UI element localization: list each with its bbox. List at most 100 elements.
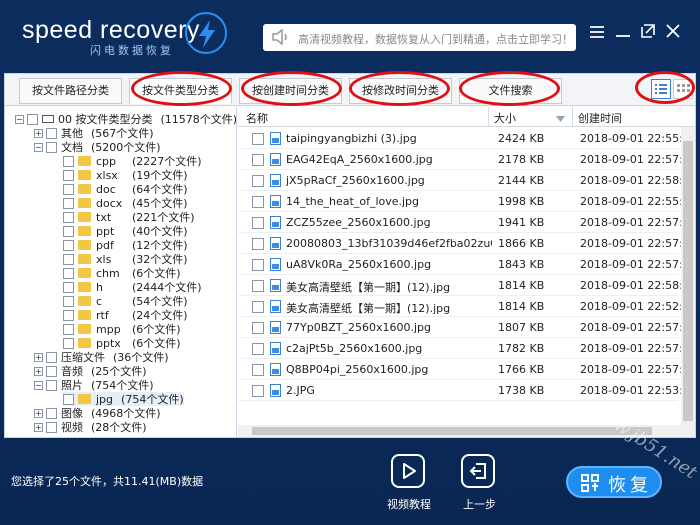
scrollbar-thumb[interactable]: [252, 427, 652, 435]
collapse-icon[interactable]: −: [34, 380, 43, 390]
table-row[interactable]: ZCZ55zee_2560x1600.jpg 1941 KB 2018-09-01 …: [238, 212, 695, 233]
checkbox[interactable]: [46, 141, 57, 153]
row-checkbox[interactable]: [252, 175, 264, 187]
row-checkbox[interactable]: [252, 343, 264, 355]
table-row[interactable]: 2.JPG 1738 KB 2018-09-01 22:53:12: [238, 380, 695, 401]
checkbox[interactable]: [63, 295, 74, 307]
column-header-size[interactable]: 大小: [494, 110, 516, 126]
row-checkbox[interactable]: [252, 385, 264, 397]
tree-item[interactable]: docx (45个文件): [63, 196, 188, 210]
table-row[interactable]: Q8BP04pi_2560x1600.jpg 1766 KB 2018-09-01 …: [238, 359, 695, 380]
grid-view-icon[interactable]: [673, 79, 693, 99]
tree-item[interactable]: rtf (24个文件): [63, 308, 188, 322]
checkbox[interactable]: [63, 211, 74, 223]
tab-by-path[interactable]: 按文件路径分类: [19, 78, 122, 104]
column-header-created[interactable]: 创建时间: [578, 110, 622, 126]
collapse-icon[interactable]: −: [15, 114, 24, 124]
expand-icon[interactable]: +: [34, 352, 43, 362]
column-header-name[interactable]: 名称: [246, 110, 268, 126]
tab-by-type[interactable]: 按文件类型分类: [129, 78, 232, 104]
row-checkbox[interactable]: [252, 133, 264, 145]
back-button[interactable]: [461, 454, 495, 488]
checkbox[interactable]: [63, 169, 74, 181]
table-row[interactable]: uA8Vk0Ra_2560x1600.jpg 1843 KB 2018-09-01 …: [238, 254, 695, 275]
table-row[interactable]: 美女高清壁纸【第一期】(12).jpg 1814 KB 2018-09-01 22:…: [238, 296, 695, 317]
tree-item[interactable]: − 照片 (754个文件): [34, 378, 154, 392]
scrollbar-thumb[interactable]: [683, 141, 693, 421]
row-checkbox[interactable]: [252, 196, 264, 208]
tree-item-selected[interactable]: jpg (754个文件): [63, 392, 184, 406]
checkbox[interactable]: [63, 393, 74, 405]
table-row[interactable]: 14_the_heat_of_love.jpg 1998 KB 2018-09-01…: [238, 191, 695, 212]
tree-item[interactable]: + 音频 (25个文件): [34, 364, 147, 378]
tree-item[interactable]: doc (64个文件): [63, 182, 188, 196]
checkbox[interactable]: [46, 365, 57, 377]
checkbox[interactable]: [27, 113, 38, 125]
row-checkbox[interactable]: [252, 238, 264, 250]
checkbox[interactable]: [63, 183, 74, 195]
checkbox[interactable]: [46, 127, 57, 139]
expand-icon[interactable]: +: [34, 408, 43, 418]
checkbox[interactable]: [63, 337, 74, 349]
column-divider[interactable]: [572, 107, 573, 127]
tree-item[interactable]: h (2444个文件): [63, 280, 202, 294]
checkbox[interactable]: [46, 407, 57, 419]
tree-item[interactable]: cpp (2227个文件): [63, 154, 202, 168]
tree-item[interactable]: pdf (12个文件): [63, 238, 188, 252]
tree-item[interactable]: + 其他 (567个文件): [34, 126, 154, 140]
checkbox[interactable]: [63, 155, 74, 167]
table-row[interactable]: EAG42EqA_2560x1600.jpg 2178 KB 2018-09-01 …: [238, 149, 695, 170]
checkbox[interactable]: [63, 225, 74, 237]
recover-button[interactable]: 恢复: [566, 466, 662, 498]
table-row[interactable]: c2ajPt5b_2560x1600.jpg 1782 KB 2018-09-01 …: [238, 338, 695, 359]
tab-by-modified-time[interactable]: 按修改时间分类: [349, 78, 452, 104]
tree-item[interactable]: chm (6个文件): [63, 266, 181, 280]
row-checkbox[interactable]: [252, 301, 264, 313]
tree-item[interactable]: pptx (6个文件): [63, 336, 181, 350]
vertical-scrollbar[interactable]: [681, 127, 695, 437]
checkbox[interactable]: [46, 379, 57, 391]
ad-banner[interactable]: 高清视频教程，数据恢复从入门到精通，点击立即学习！: [263, 24, 576, 51]
column-divider[interactable]: [488, 107, 489, 127]
tree-item[interactable]: + 图像 (4968个文件): [34, 406, 161, 420]
tab-file-search[interactable]: 文件搜索: [459, 78, 562, 104]
table-row[interactable]: jX5pRaCf_2560x1600.jpg 2144 KB 2018-09-01 …: [238, 170, 695, 191]
checkbox[interactable]: [63, 267, 74, 279]
checkbox[interactable]: [63, 253, 74, 265]
tree-item[interactable]: mpp (6个文件): [63, 322, 181, 336]
row-checkbox[interactable]: [252, 322, 264, 334]
tree-item[interactable]: ppt (40个文件): [63, 224, 188, 238]
checkbox[interactable]: [63, 239, 74, 251]
maximize-icon[interactable]: [639, 23, 657, 43]
collapse-icon[interactable]: −: [34, 142, 43, 152]
checkbox[interactable]: [46, 421, 57, 433]
tab-by-created-time[interactable]: 按创建时间分类: [239, 78, 342, 104]
minimize-icon[interactable]: [614, 23, 632, 43]
expand-icon[interactable]: +: [34, 422, 43, 432]
expand-icon[interactable]: +: [34, 366, 43, 376]
tree-item[interactable]: txt (221个文件): [63, 210, 195, 224]
close-icon[interactable]: [664, 23, 682, 43]
checkbox[interactable]: [63, 309, 74, 321]
row-checkbox[interactable]: [252, 280, 264, 292]
row-checkbox[interactable]: [252, 154, 264, 166]
checkbox[interactable]: [63, 323, 74, 335]
video-tutorial-button[interactable]: [391, 454, 425, 488]
tree-item[interactable]: c (54个文件): [63, 294, 188, 308]
tree-item[interactable]: − 文档 (5200个文件): [34, 140, 161, 154]
row-checkbox[interactable]: [252, 364, 264, 376]
table-row[interactable]: taipingyangbizhi (3).jpg 2424 KB 2018-09-0…: [238, 128, 695, 149]
tree-item[interactable]: + 视频 (28个文件): [34, 420, 147, 434]
checkbox[interactable]: [63, 197, 74, 209]
row-checkbox[interactable]: [252, 259, 264, 271]
tree-item[interactable]: xls (32个文件): [63, 252, 188, 266]
tree-item[interactable]: + 压缩文件 (36个文件): [34, 350, 169, 364]
menu-icon[interactable]: [588, 23, 606, 43]
expand-icon[interactable]: +: [34, 128, 43, 138]
table-row[interactable]: 77Yp0BZT_2560x1600.jpg 1807 KB 2018-09-01 …: [238, 317, 695, 338]
tree-item[interactable]: − 00 按文件类型分类 (11578个文件): [15, 112, 236, 126]
checkbox[interactable]: [63, 281, 74, 293]
checkbox[interactable]: [46, 351, 57, 363]
tree-item[interactable]: xlsx (19个文件): [63, 168, 188, 182]
list-view-icon[interactable]: [651, 79, 671, 99]
